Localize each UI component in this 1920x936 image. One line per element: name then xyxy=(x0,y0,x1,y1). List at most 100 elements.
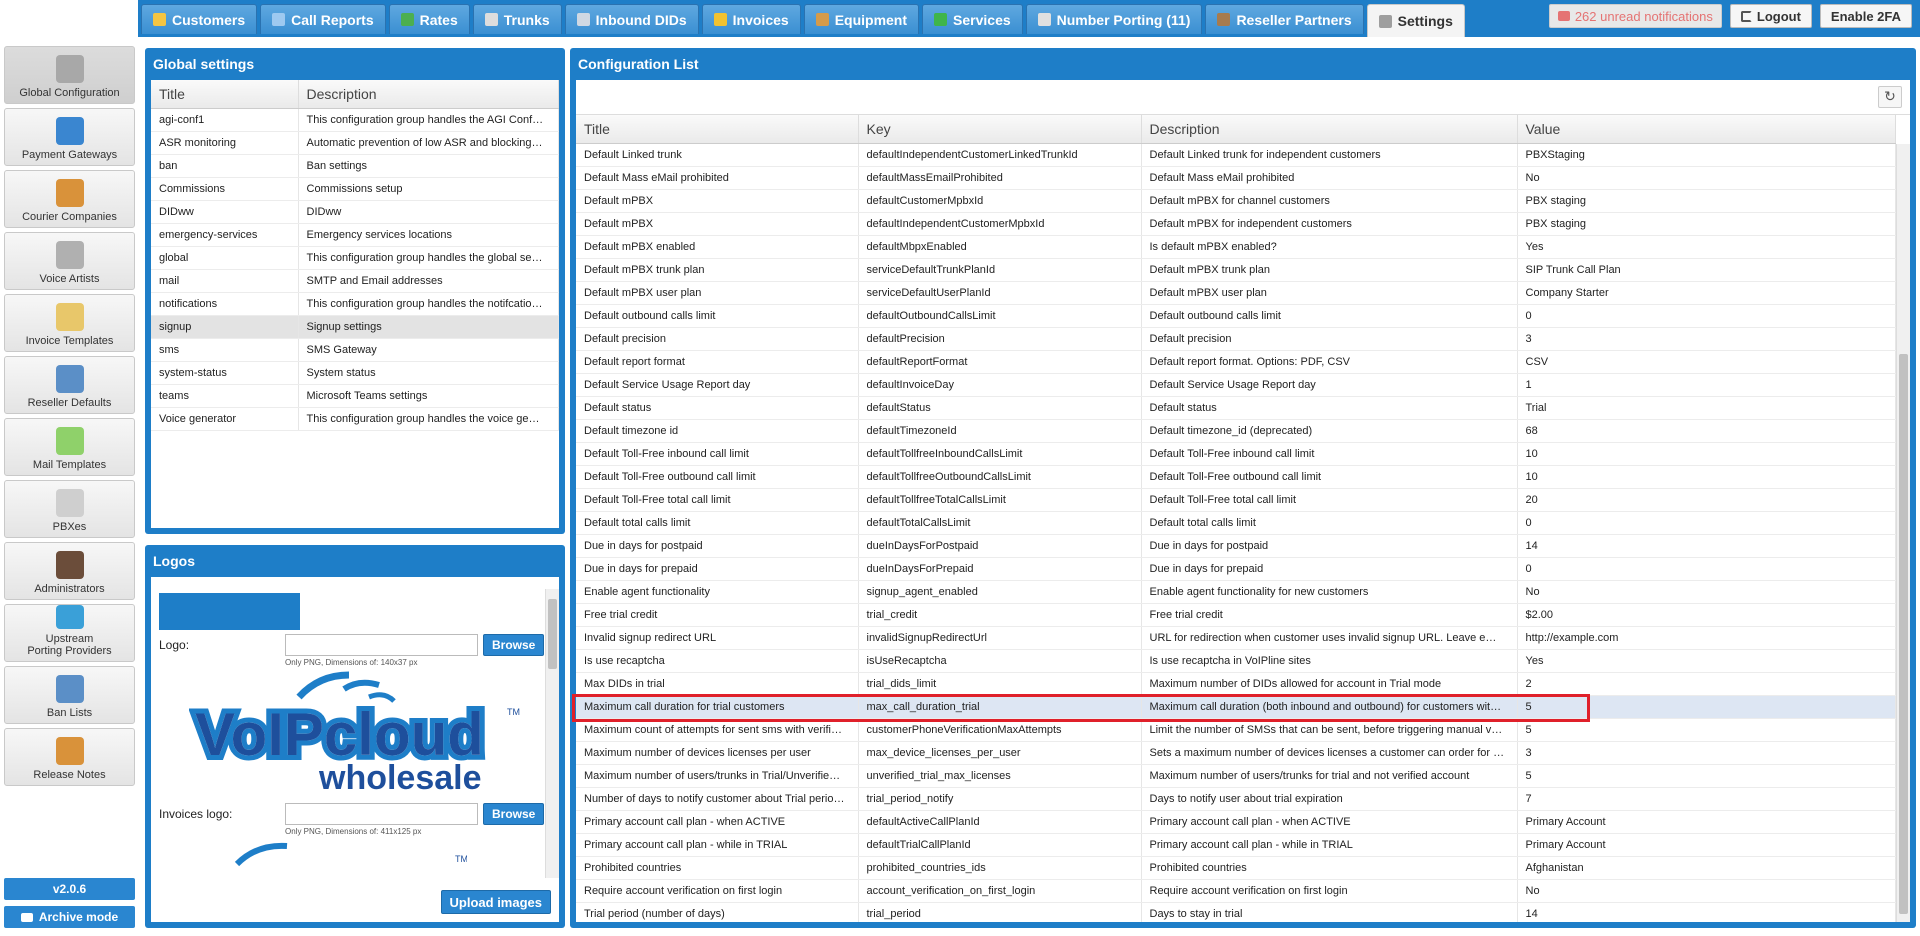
configuration-row[interactable]: Is use recaptcha isUseRecaptcha Is use rec… xyxy=(576,649,1896,673)
enable-2fa-button[interactable]: Enable 2FA xyxy=(1819,4,1912,28)
tab-rates[interactable]: Rates xyxy=(388,4,470,34)
column-header-title[interactable]: Title xyxy=(576,115,859,144)
sidebar-item-invoice-templates[interactable]: Invoice Templates xyxy=(4,294,135,352)
sidebar-item-courier-companies[interactable]: Courier Companies xyxy=(4,170,135,228)
configuration-row[interactable]: Default mPBX defaultIndependentCustomerMp… xyxy=(576,212,1896,236)
configuration-row[interactable]: Require account verification on first lo… xyxy=(576,879,1896,903)
logos-scrollbar[interactable] xyxy=(545,589,559,878)
configuration-row[interactable]: Default Toll-Free inbound call limit defa… xyxy=(576,442,1896,466)
global-settings-row[interactable]: teams Microsoft Teams settings xyxy=(151,384,559,408)
configuration-row[interactable]: Default outbound calls limit defaultOutbo… xyxy=(576,304,1896,328)
configuration-list-body: ↻ Title Key Description Value Default Li… xyxy=(576,80,1910,922)
configuration-row[interactable]: Number of days to notify customer about … xyxy=(576,787,1896,811)
tab-inbound-dids[interactable]: Inbound DIDs xyxy=(564,4,699,34)
configuration-row[interactable]: Default mPBX defaultCustomerMpbxId Default… xyxy=(576,189,1896,213)
configuration-row[interactable]: Due in days for postpaid dueInDaysForPost… xyxy=(576,534,1896,558)
tab-customers[interactable]: Customers xyxy=(141,4,258,34)
configuration-row[interactable]: Default precision defaultPrecision Default… xyxy=(576,327,1896,351)
logo-browse-button[interactable]: Browse xyxy=(483,634,545,656)
tab-reseller-partners[interactable]: Reseller Partners xyxy=(1205,4,1364,34)
global-settings-row[interactable]: agi-conf1 This configuration group handle… xyxy=(151,108,559,132)
global-settings-row[interactable]: notifications This configuration group ha… xyxy=(151,292,559,316)
configuration-row[interactable]: Maximum call duration for trial customer… xyxy=(576,695,1896,719)
notifications-button[interactable]: 262 unread notifications xyxy=(1548,4,1722,28)
configuration-row[interactable]: Invalid signup redirect URL invalidSignup… xyxy=(576,626,1896,650)
configuration-row[interactable]: Enable agent functionality signup_agent_e… xyxy=(576,580,1896,604)
global-settings-row[interactable]: emergency-services Emergency services loc… xyxy=(151,223,559,247)
tab-label: Rates xyxy=(419,11,458,28)
sidebar-item-ban-lists[interactable]: Ban Lists xyxy=(4,666,135,724)
configuration-row[interactable]: Default timezone id defaultTimezoneId Defa… xyxy=(576,419,1896,443)
configuration-row[interactable]: Default report format defaultReportFormat… xyxy=(576,350,1896,374)
cell-title: Default Toll-Free total call limit xyxy=(576,488,859,512)
configuration-row[interactable]: Maximum number of devices licenses per u… xyxy=(576,741,1896,765)
logo-file-input[interactable] xyxy=(285,634,478,656)
sidebar-item-release-notes[interactable]: Release Notes xyxy=(4,728,135,786)
pbx-icon xyxy=(55,489,84,517)
configuration-row[interactable]: Default Mass eMail prohibited defaultMass… xyxy=(576,166,1896,190)
global-settings-row[interactable]: ban Ban settings xyxy=(151,154,559,178)
configuration-row[interactable]: Primary account call plan - when ACTIVE d… xyxy=(576,810,1896,834)
tab-number-porting-11[interactable]: Number Porting (11) xyxy=(1025,4,1203,34)
configuration-row[interactable]: Free trial credit trial_credit Free trial … xyxy=(576,603,1896,627)
configuration-row[interactable]: Default mPBX trunk plan serviceDefaultTru… xyxy=(576,258,1896,282)
column-header-description[interactable]: Description xyxy=(298,80,559,109)
tab-call-reports[interactable]: Call Reports xyxy=(260,4,386,34)
upload-images-button[interactable]: Upload images xyxy=(440,890,551,914)
logout-button[interactable]: Logout xyxy=(1729,4,1812,28)
column-header-value[interactable]: Value xyxy=(1517,115,1896,144)
sidebar-item-mail-templates[interactable]: Mail Templates xyxy=(4,418,135,476)
configuration-row[interactable]: Default Toll-Free outbound call limit def… xyxy=(576,465,1896,489)
configuration-row[interactable]: Default Toll-Free total call limit defaul… xyxy=(576,488,1896,512)
tab-trunks[interactable]: Trunks xyxy=(472,4,562,34)
tab-equipment[interactable]: Equipment xyxy=(803,4,920,34)
column-header-title[interactable]: Title xyxy=(151,80,299,109)
logout-icon xyxy=(1740,10,1752,22)
configuration-row[interactable]: Due in days for prepaid dueInDaysForPrepa… xyxy=(576,557,1896,581)
invoices-logo-file-input[interactable] xyxy=(285,803,478,825)
configuration-row[interactable]: Default mPBX enabled defaultMbpxEnabled Is… xyxy=(576,235,1896,259)
refresh-button[interactable]: ↻ xyxy=(1878,86,1902,108)
archive-mode-button[interactable]: Archive mode xyxy=(4,906,135,928)
configuration-row[interactable]: Default Linked trunk defaultIndependentCu… xyxy=(576,143,1896,167)
configuration-row[interactable]: Prohibited countries prohibited_countries… xyxy=(576,856,1896,880)
configuration-row[interactable]: Maximum count of attempts for sent sms w… xyxy=(576,718,1896,742)
sidebar-item-voice-artists[interactable]: Voice Artists xyxy=(4,232,135,290)
tab-invoices[interactable]: Invoices xyxy=(701,4,801,34)
global-settings-row[interactable]: Voice generator This configuration group … xyxy=(151,407,559,431)
cell-title: teams xyxy=(151,384,299,408)
global-settings-row[interactable]: sms SMS Gateway xyxy=(151,338,559,362)
cell-value: 14 xyxy=(1517,902,1896,922)
cell-value: 3 xyxy=(1517,741,1896,765)
global-settings-row[interactable]: Commissions Commissions setup xyxy=(151,177,559,201)
cell-key: defaultTollfreeInboundCallsLimit xyxy=(858,442,1142,466)
sidebar-item-administrators[interactable]: Administrators xyxy=(4,542,135,600)
sidebar-item-upstream-porting-providers[interactable]: Upstream Porting Providers xyxy=(4,604,135,662)
configuration-row[interactable]: Default Service Usage Report day defaultI… xyxy=(576,373,1896,397)
configuration-row[interactable]: Default mPBX user plan serviceDefaultUser… xyxy=(576,281,1896,305)
global-settings-row[interactable]: global This configuration group handles t… xyxy=(151,246,559,270)
configuration-row[interactable]: Trial period (number of days) trial_perio… xyxy=(576,902,1896,922)
invoices-logo-browse-button[interactable]: Browse xyxy=(483,803,545,825)
global-settings-row[interactable]: ASR monitoring Automatic prevention of lo… xyxy=(151,131,559,155)
version-badge[interactable]: v2.0.6 xyxy=(4,878,135,900)
configuration-scrollbar[interactable] xyxy=(1896,144,1910,922)
global-settings-row[interactable]: DIDww DIDww xyxy=(151,200,559,224)
configuration-row[interactable]: Default status defaultStatus Default statu… xyxy=(576,396,1896,420)
configuration-row[interactable]: Primary account call plan - while in TRI… xyxy=(576,833,1896,857)
sidebar-item-reseller-defaults[interactable]: Reseller Defaults xyxy=(4,356,135,414)
global-settings-row[interactable]: signup Signup settings xyxy=(151,315,559,339)
configuration-row[interactable]: Maximum number of users/trunks in Trial/… xyxy=(576,764,1896,788)
sidebar-item-global-configuration[interactable]: Global Configuration xyxy=(4,46,135,104)
tab-settings[interactable]: Settings xyxy=(1366,4,1465,37)
configuration-row[interactable]: Default total calls limit defaultTotalCal… xyxy=(576,511,1896,535)
column-header-description[interactable]: Description xyxy=(1141,115,1518,144)
configuration-row[interactable]: Max DIDs in trial trial_dids_limit Maximum… xyxy=(576,672,1896,696)
sidebar-item-payment-gateways[interactable]: Payment Gateways xyxy=(4,108,135,166)
global-settings-row[interactable]: mail SMTP and Email addresses xyxy=(151,269,559,293)
sidebar-item-label: Voice Artists xyxy=(39,273,100,285)
column-header-key[interactable]: Key xyxy=(858,115,1142,144)
tab-services[interactable]: Services xyxy=(922,4,1023,34)
global-settings-row[interactable]: system-status System status xyxy=(151,361,559,385)
sidebar-item-pbxes[interactable]: PBXes xyxy=(4,480,135,538)
